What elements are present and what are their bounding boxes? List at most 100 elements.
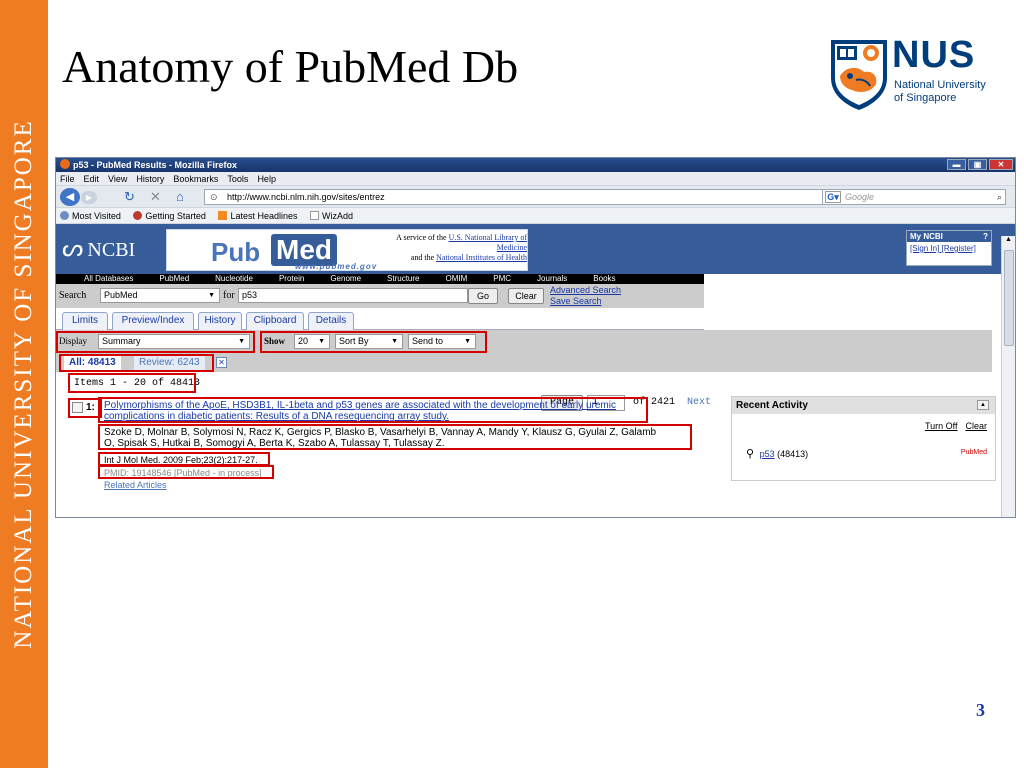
reload-icon[interactable]: ↻ [124,189,135,205]
filter-settings-icon[interactable]: ✕ [216,357,227,368]
advanced-search-link[interactable]: Advanced Search [550,285,621,295]
filter-row: All: 48413 Review: 6243 ✕ [56,354,992,372]
recent-item-link[interactable]: p53 [760,449,775,459]
page-number: 3 [976,700,985,720]
service-line2: and the [410,253,435,262]
search-input[interactable]: p53 [238,288,468,303]
vertical-scrollbar[interactable]: ▲ [1001,236,1015,517]
database-select[interactable]: PubMed ▼ [100,288,220,303]
db-tab-genome[interactable]: Genome [330,274,361,284]
nlm-link[interactable]: U.S. National Library of Medicine [449,233,527,252]
sign-in-link[interactable]: [Sign In] [910,244,939,253]
url-bar[interactable]: ⊙ http://www.ncbi.nlm.nih.gov/sites/entr… [204,189,882,205]
minimize-icon[interactable]: ▬ [947,159,966,170]
menu-tools[interactable]: Tools [227,174,248,184]
bookmarks-toolbar: Most Visited Getting Started Latest Head… [56,208,1015,224]
highlight-items [68,373,196,393]
chevron-down-icon: ▼ [208,292,215,299]
nus-line2: of Singapore [894,92,957,104]
turn-off-link[interactable]: Turn Off [925,421,958,431]
ncbi-header: ᔕ NCBI Pub Med www.pubmed.gov A service o… [56,224,1015,274]
recent-activity-title: Recent Activity [736,400,808,411]
page-icon [310,211,319,220]
highlight-checkbox [68,398,102,418]
register-link[interactable]: [Register] [942,244,976,253]
side-band: NATIONAL UNIVERSITY OF SINGAPORE [0,0,48,768]
db-tab-protein[interactable]: Protein [279,274,304,284]
search-engine-box[interactable]: G▾ Google ⌕ [822,189,1006,205]
google-icon[interactable]: G▾ [825,191,841,203]
search-engine-placeholder: Google [845,192,875,202]
back-icon[interactable]: ◀ [60,188,80,206]
clear-link[interactable]: Clear [965,421,987,431]
home-icon[interactable]: ⌂ [176,189,184,204]
forward-icon[interactable]: ▶ [81,191,97,204]
ncbi-logo[interactable]: ᔕ NCBI [62,234,135,263]
collapse-icon[interactable]: ▲ [977,400,989,410]
db-tab-journals[interactable]: Journals [537,274,567,284]
recent-item: ⚲ p53 (48413) [746,447,808,460]
recent-item-db: PubMed [960,449,987,456]
save-search-link[interactable]: Save Search [550,296,602,306]
help-icon[interactable]: ? [983,232,988,241]
tab-history[interactable]: History [198,312,242,330]
menu-help[interactable]: Help [257,174,276,184]
nih-link[interactable]: National Institutes of Health [436,253,527,262]
service-line1: A service of the [396,233,447,242]
menu-bar: File Edit View History Bookmarks Tools Help [56,172,1015,186]
maximize-icon[interactable]: ▣ [968,159,987,170]
highlight-display [56,331,255,353]
window-title: p53 - PubMed Results - Mozilla Firefox [73,160,238,170]
database-select-value: PubMed [104,290,138,300]
rss-feed-icon [218,211,228,220]
menu-edit[interactable]: Edit [84,174,100,184]
menu-file[interactable]: File [60,174,75,184]
highlight-journal [98,452,270,466]
related-articles-link[interactable]: Related Articles [104,480,167,490]
bookmark-getting-started[interactable]: Getting Started [133,211,206,221]
slide-title: Anatomy of PubMed Db [62,41,519,92]
nus-logo: NUS National University of Singapore [828,34,998,112]
table-row: 1: Polymorphisms of the ApoE, HSD3B1, IL… [56,397,704,498]
nus-wordmark: NUS [892,34,976,76]
search-row: Search PubMed ▼ for p53 Go Clear Advanced… [56,284,704,308]
menu-bookmarks[interactable]: Bookmarks [173,174,218,184]
tab-details[interactable]: Details [308,312,354,330]
close-icon[interactable]: ✕ [989,159,1013,170]
database-nav: All Databases PubMed Nucleotide Protein Geno… [56,274,704,284]
tab-preview-index[interactable]: Preview/Index [112,312,194,330]
db-tab-omim[interactable]: OMIM [445,274,467,284]
tab-limits[interactable]: Limits [62,312,108,330]
db-tab-all[interactable]: All Databases [84,274,133,284]
db-tab-structure[interactable]: Structure [387,274,419,284]
menu-view[interactable]: View [108,174,127,184]
highlight-show-sort-send [260,331,487,353]
search-icon[interactable]: ⌕ [997,190,1002,204]
bookmark-most-visited[interactable]: Most Visited [60,211,121,221]
db-tab-pmc[interactable]: PMC [493,274,511,284]
items-row: Items 1 - 20 of 48413 [56,372,704,394]
search-links: Advanced Search Save Search [550,285,621,307]
tab-clipboard[interactable]: Clipboard [246,312,304,330]
site-identity-icon: ⊙ [210,192,218,202]
url-text: http://www.ncbi.nlm.nih.gov/sites/entrez [227,192,385,202]
search-label: Search [59,290,87,301]
bookmark-wizadd[interactable]: WizAdd [310,211,353,221]
band-text: NATIONAL UNIVERSITY OF SINGAPORE [10,119,37,649]
highlight-title [98,397,648,423]
go-button[interactable]: Go [468,288,498,304]
db-tab-nucleotide[interactable]: Nucleotide [215,274,253,284]
bookmark-latest-headlines[interactable]: Latest Headlines [218,211,297,221]
db-tab-pubmed[interactable]: PubMed [159,274,189,284]
tabs-row: Limits Preview/Index History Clipboard D… [56,308,704,330]
pubmed-pub: Pub [211,237,261,267]
ncbi-logo-text: NCBI [87,239,136,261]
window-titlebar: p53 - PubMed Results - Mozilla Firefox ▬… [56,158,1015,172]
clear-button[interactable]: Clear [508,288,544,304]
ncbi-helix-icon: ᔕ [62,236,84,262]
scrollbar-thumb[interactable] [1004,250,1014,346]
db-tab-books[interactable]: Books [593,274,615,284]
stop-icon[interactable]: ✕ [150,189,161,205]
scroll-up-icon[interactable]: ▲ [1005,236,1012,243]
menu-history[interactable]: History [136,174,164,184]
